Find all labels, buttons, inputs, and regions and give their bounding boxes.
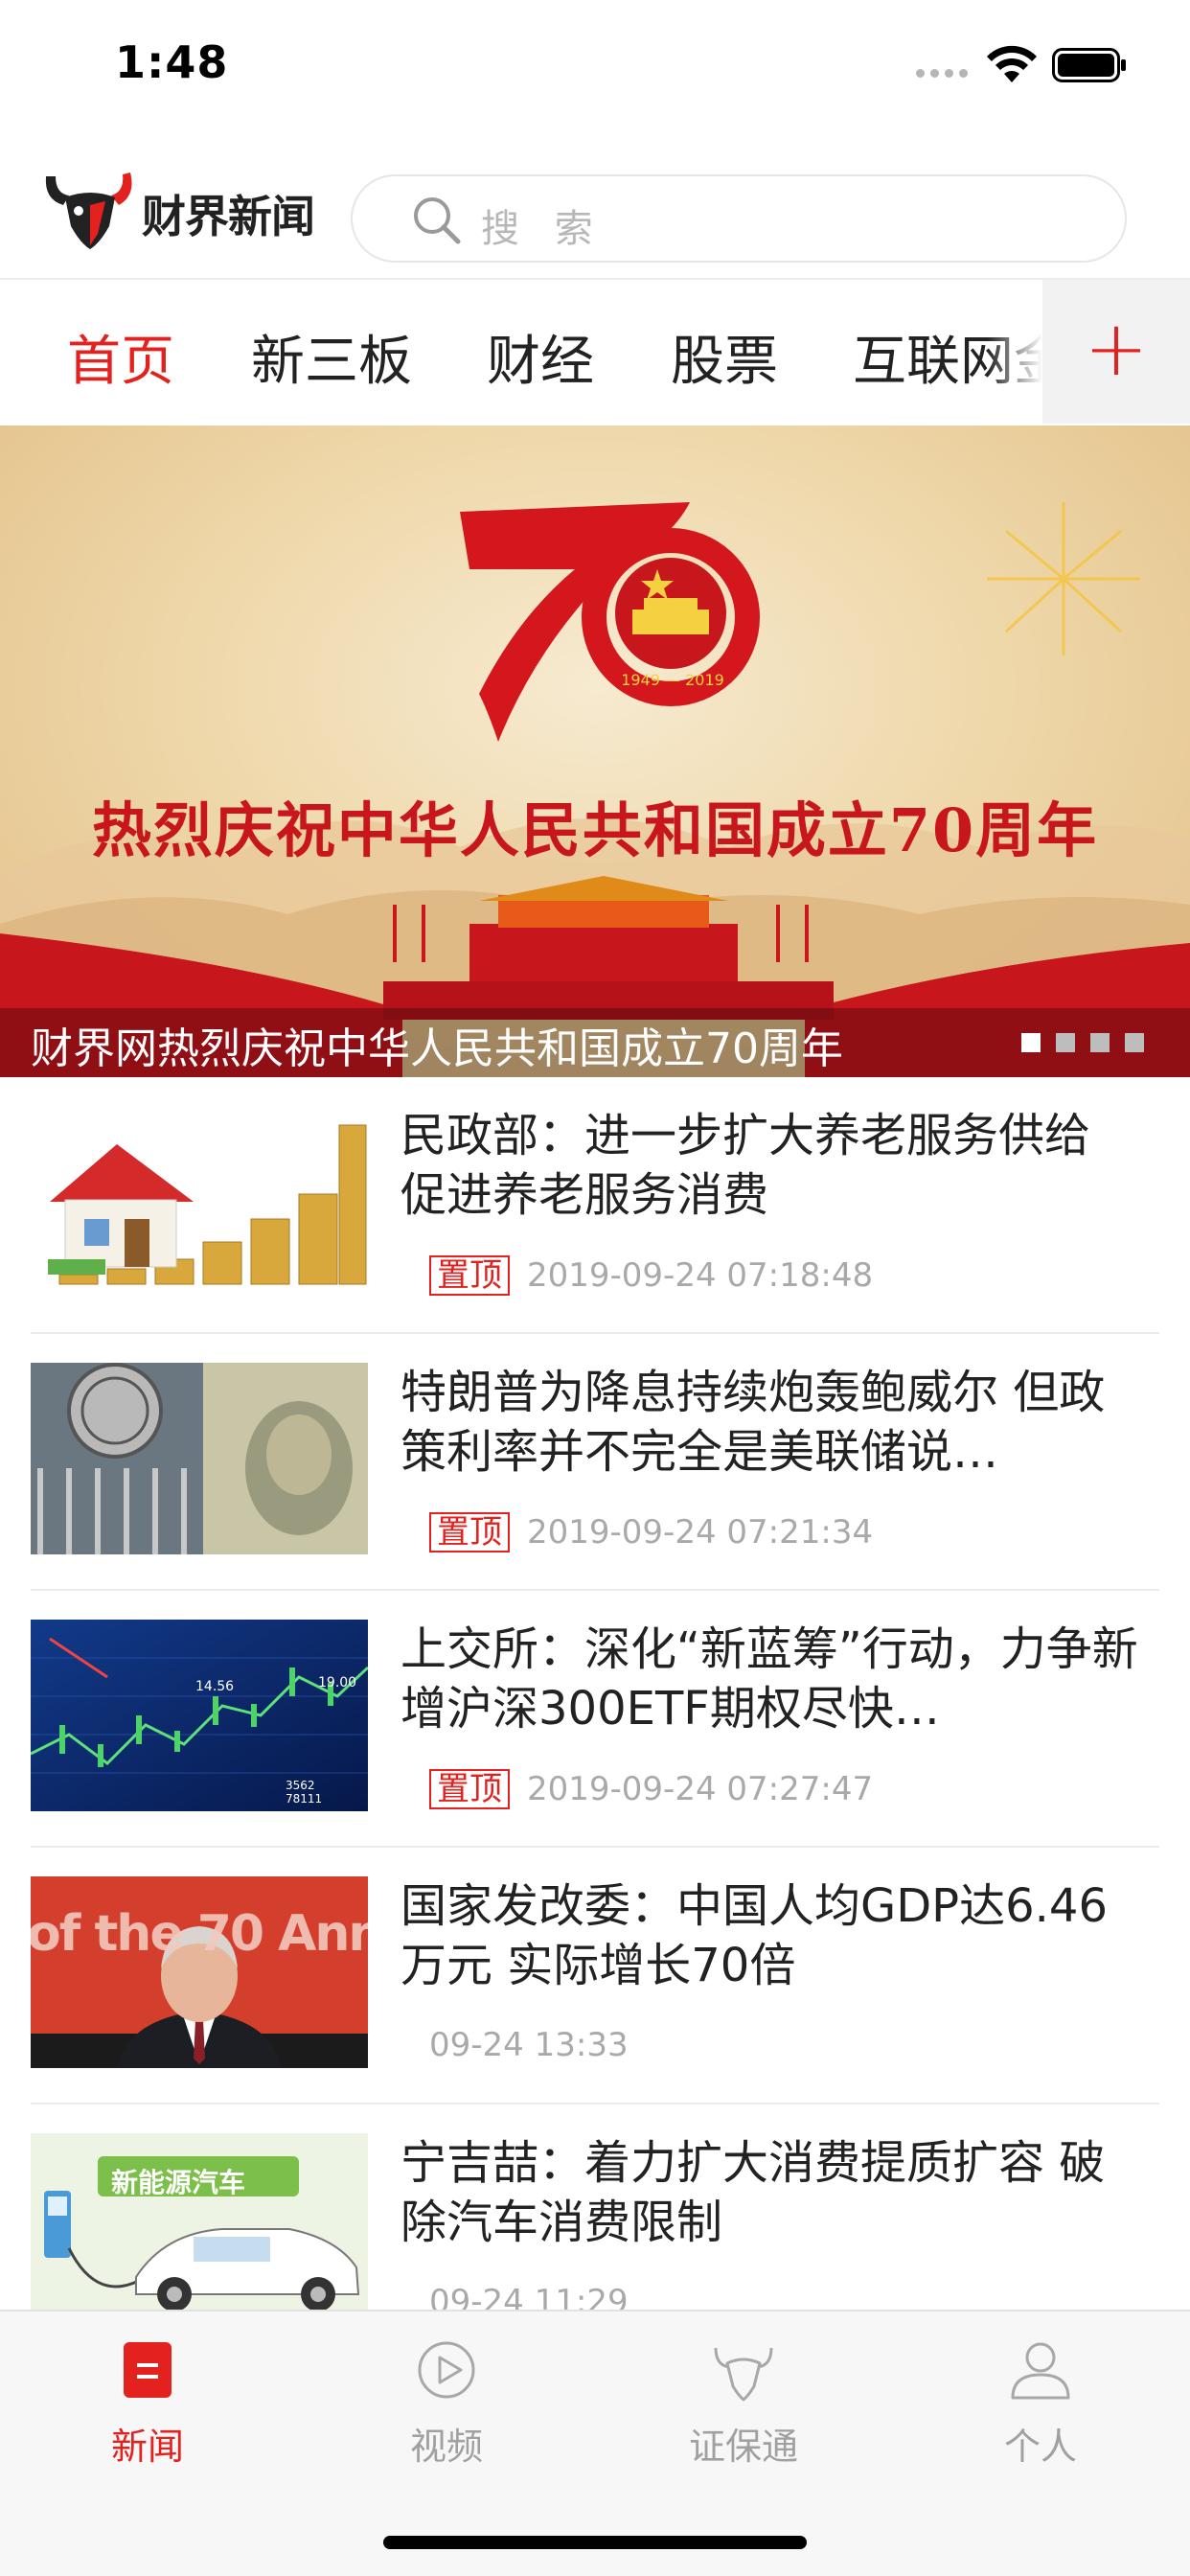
carousel-page-indicator xyxy=(1021,1033,1144,1052)
banner-emblem-years: 1949 — 2019 xyxy=(621,671,724,689)
wifi-icon xyxy=(987,45,1037,82)
news-thumbnail-new-energy-car: 新能源汽车 xyxy=(31,2133,368,2325)
bull-logo-icon xyxy=(45,172,132,249)
plus-icon: + xyxy=(1084,304,1149,393)
app-logo[interactable]: 财界新闻 xyxy=(42,167,349,259)
carousel-dot xyxy=(1125,1033,1144,1052)
tabs-fade xyxy=(987,280,1042,424)
thumb-label: 14.56 xyxy=(195,1679,235,1694)
banner-carousel[interactable]: 1949 — 2019 热烈庆祝中华人民共和国成立70周年 财界网热烈庆祝中华人… xyxy=(0,426,1190,1077)
thumb-label: 3562 xyxy=(286,1779,315,1792)
carousel-dot xyxy=(1056,1033,1075,1052)
news-title: 宁吉喆：着力扩大消费提质扩容 破除汽车消费限制 xyxy=(400,2136,1106,2249)
status-bar: 1:48 xyxy=(0,0,1190,134)
search-input[interactable]: 搜 索 xyxy=(351,174,1127,263)
news-time: 2019-09-24 07:18:48 xyxy=(527,1256,874,1295)
battery-icon xyxy=(1052,48,1126,82)
news-thumbnail-house-coins xyxy=(31,1106,368,1298)
nav-video[interactable]: 视频 xyxy=(351,2336,542,2470)
status-time: 1:48 xyxy=(115,36,229,88)
tab-finance[interactable]: 财经 xyxy=(487,318,594,396)
news-time: 2019-09-24 07:21:34 xyxy=(527,1513,874,1552)
news-item[interactable]: 民政部：进一步扩大养老服务供给 促进养老服务消费 置顶 2019-09-24 0… xyxy=(0,1077,1190,1334)
nav-news[interactable]: 新闻 xyxy=(52,2336,243,2470)
news-title: 上交所：深化“新蓝筹”行动，力争新增沪深300ETF期权尽快… xyxy=(400,1622,1138,1736)
thumb-label: 19.00 xyxy=(318,1675,357,1690)
news-thumbnail-stock-chart: 14.56 19.00 3562 78111 xyxy=(31,1620,368,1811)
banner-caption: 财界网热烈庆祝中华人民共和国成立70周年 xyxy=(31,1024,843,1073)
add-channel-button[interactable]: + xyxy=(1042,280,1190,424)
home-indicator[interactable] xyxy=(383,2536,807,2549)
search-icon xyxy=(414,197,461,244)
nav-zhengbaotong[interactable]: 证保通 xyxy=(648,2336,839,2470)
carousel-dot-active xyxy=(1021,1033,1041,1052)
cellular-signal-icon xyxy=(916,69,968,78)
person-icon xyxy=(1011,2342,1070,2400)
search-placeholder: 搜 索 xyxy=(481,207,605,251)
pinned-badge: 置顶 xyxy=(429,1255,510,1296)
banner-headline: 热烈庆祝中华人民共和国成立70周年 xyxy=(91,795,1099,865)
header: 财界新闻 搜 索 xyxy=(0,144,1190,278)
category-tabs: 首页 新三板 财经 股票 互联网金融 + xyxy=(0,280,1190,424)
thumb-label: 78111 xyxy=(286,1792,323,1806)
news-meta: 置顶 2019-09-24 07:21:34 xyxy=(429,1512,873,1552)
news-title: 国家发改委：中国人均GDP达6.46万元 实际增长70倍 xyxy=(400,1879,1108,1992)
news-item[interactable]: 特朗普为降息持续炮轰鲍威尔 但政策利率并不完全是美联储说… 置顶 2019-09… xyxy=(0,1334,1190,1591)
pinned-badge: 置顶 xyxy=(429,1512,510,1552)
news-item[interactable]: of the 70 Annive 国家发改委：中国人均GDP达6.46万元 实际… xyxy=(0,1848,1190,2104)
news-title: 特朗普为降息持续炮轰鲍威尔 但政策利率并不完全是美联储说… xyxy=(400,1366,1106,1479)
news-item[interactable]: 14.56 19.00 3562 78111 上交所：深化“新蓝筹”行动，力争新… xyxy=(0,1591,1190,1848)
logo-text: 财界新闻 xyxy=(142,191,315,242)
tab-home[interactable]: 首页 xyxy=(67,318,174,396)
nav-label: 新闻 xyxy=(110,2426,184,2468)
news-meta: 置顶 2019-09-24 07:27:47 xyxy=(429,1769,873,1809)
nav-label: 视频 xyxy=(409,2426,483,2468)
thumb-overlay-text: 新能源汽车 xyxy=(111,2167,246,2198)
news-thumbnail-federal-reserve xyxy=(31,1363,368,1554)
news-icon xyxy=(124,2342,172,2398)
thumb-overlay-text: of the 70 Annive xyxy=(31,1905,368,1963)
news-time: 2019-09-24 07:27:47 xyxy=(527,1770,874,1808)
banner-image xyxy=(0,502,1190,1077)
nav-label: 个人 xyxy=(1003,2426,1077,2468)
news-thumbnail-press-conference: of the 70 Annive xyxy=(31,1876,368,2068)
carousel-dot xyxy=(1090,1033,1110,1052)
tab-new-third-board[interactable]: 新三板 xyxy=(251,318,412,396)
nav-label: 证保通 xyxy=(688,2426,798,2468)
video-play-icon xyxy=(418,2341,475,2399)
bull-icon xyxy=(714,2347,773,2402)
news-meta: 置顶 2019-09-24 07:18:48 xyxy=(429,1255,873,1296)
tab-stocks[interactable]: 股票 xyxy=(671,318,778,396)
news-meta: 09-24 13:33 xyxy=(429,2026,629,2064)
news-title: 民政部：进一步扩大养老服务供给 促进养老服务消费 xyxy=(400,1109,1091,1222)
news-time: 09-24 13:33 xyxy=(429,2026,629,2064)
pinned-badge: 置顶 xyxy=(429,1769,510,1809)
nav-profile[interactable]: 个人 xyxy=(945,2336,1136,2470)
